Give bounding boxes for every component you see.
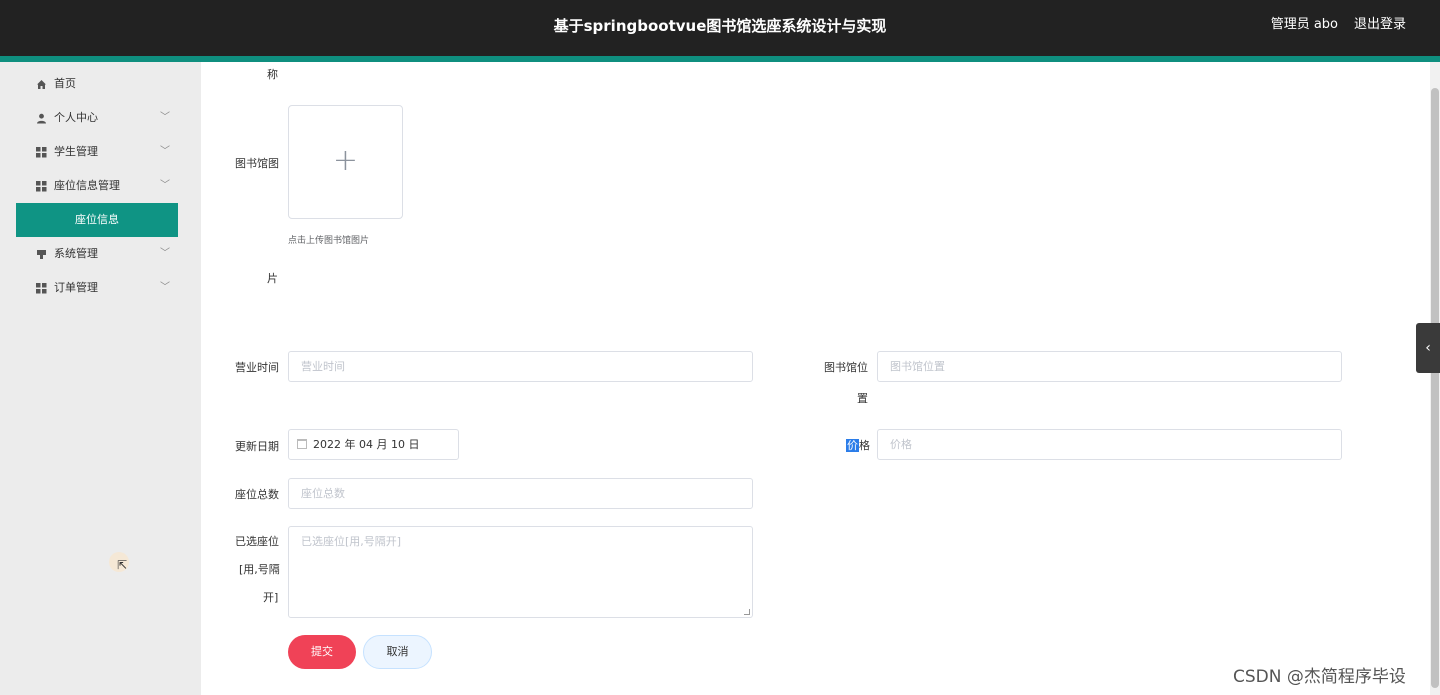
calendar-icon <box>297 439 307 449</box>
sidebar-item-seat-info[interactable]: 座位信息 <box>16 203 178 237</box>
sidebar-item-seat-management[interactable]: 座位信息管理 ﹀ <box>0 169 201 203</box>
top-header: 基于springbootvue图书馆选座系统设计与实现 管理员 abo 退出登录 <box>0 0 1440 56</box>
settings-icon <box>34 237 48 271</box>
user-icon <box>34 101 48 135</box>
grid-icon <box>34 169 48 203</box>
selected-seats-label: 已选座位 <box>235 535 279 548</box>
sidebar-item-home[interactable]: 首页 <box>0 67 201 101</box>
sidebar-item-personal-center[interactable]: 个人中心 ﹀ <box>0 101 201 135</box>
location-label-tail: 置 <box>857 392 868 405</box>
hours-input[interactable]: 营业时间 <box>288 351 753 382</box>
chevron-left-icon[interactable]: ‹ <box>1416 323 1440 373</box>
seat-total-label: 座位总数 <box>235 488 279 501</box>
sidebar-item-label: 系统管理 <box>54 247 98 260</box>
sidebar-item-label: 订单管理 <box>54 281 98 294</box>
sidebar-item-label: 座位信息管理 <box>54 179 120 192</box>
grid-icon <box>34 271 48 305</box>
selected-seats-textarea[interactable]: 已选座位[用,号隔开] <box>288 526 753 618</box>
seat-total-input[interactable]: 座位总数 <box>288 478 753 509</box>
cancel-button[interactable]: 取消 <box>363 635 432 669</box>
chevron-down-icon: ﹀ <box>160 112 170 123</box>
sidebar-item-label: 学生管理 <box>54 145 98 158</box>
location-label: 图书馆位 <box>824 361 868 374</box>
selected-seats-placeholder: 已选座位[用,号隔开] <box>301 535 402 548</box>
main-content: 称 图书馆图 + 点击上传图书馆图片 片 营业时间 营业时间 图书馆位 置 图书… <box>201 62 1430 695</box>
selected-seats-label-mid: [用,号隔 <box>239 563 280 576</box>
sidebar-item-system-management[interactable]: 系统管理 ﹀ <box>0 237 201 271</box>
image-upload-button[interactable]: + <box>288 105 403 219</box>
plus-icon: + <box>332 143 359 178</box>
current-user-label: 管理员 abo <box>1270 17 1338 32</box>
price-label-rest: 格 <box>859 439 870 452</box>
sidebar: 首页 个人中心 ﹀ 学生管理 ﹀ 座位信息管理 ﹀ 座位信息 系统管理 ﹀ 订单… <box>0 62 201 695</box>
scrollbar-thumb[interactable] <box>1431 88 1439 688</box>
sidebar-item-label: 个人中心 <box>54 111 98 124</box>
price-label: 价格 <box>846 431 870 460</box>
sidebar-item-label: 首页 <box>54 77 76 90</box>
chevron-down-icon: ﹀ <box>160 180 170 191</box>
upload-hint: 点击上传图书馆图片 <box>288 236 370 246</box>
submit-button[interactable]: 提交 <box>288 635 356 669</box>
library-image-label-tail: 片 <box>267 272 278 285</box>
update-date-picker[interactable]: 2022 年 04 月 10 日 <box>288 429 459 460</box>
name-label-tail: 称 <box>267 68 278 81</box>
chevron-down-icon: ﹀ <box>160 282 170 293</box>
library-image-label: 图书馆图 <box>235 157 279 170</box>
sidebar-item-student-management[interactable]: 学生管理 ﹀ <box>0 135 201 169</box>
price-input[interactable]: 价格 <box>877 429 1342 460</box>
watermark: CSDN @杰简程序毕设 <box>1233 667 1406 687</box>
update-date-value: 2022 年 04 月 10 日 <box>313 438 420 451</box>
grid-icon <box>34 135 48 169</box>
hours-label: 营业时间 <box>235 361 279 374</box>
home-icon <box>34 67 48 101</box>
location-input[interactable]: 图书馆位置 <box>877 351 1342 382</box>
resize-handle-icon[interactable] <box>744 609 750 615</box>
update-date-label: 更新日期 <box>235 440 279 453</box>
app-title: 基于springbootvue图书馆选座系统设计与实现 <box>553 17 887 35</box>
logout-link[interactable]: 退出登录 <box>1354 0 1406 50</box>
sidebar-item-order-management[interactable]: 订单管理 ﹀ <box>0 271 201 305</box>
selected-seats-label-tail: 开] <box>263 591 279 604</box>
chevron-down-icon: ﹀ <box>160 248 170 259</box>
price-label-highlight: 价 <box>846 439 859 452</box>
chevron-down-icon: ﹀ <box>160 146 170 157</box>
mouse-cursor-icon: ⇱ <box>117 558 128 572</box>
